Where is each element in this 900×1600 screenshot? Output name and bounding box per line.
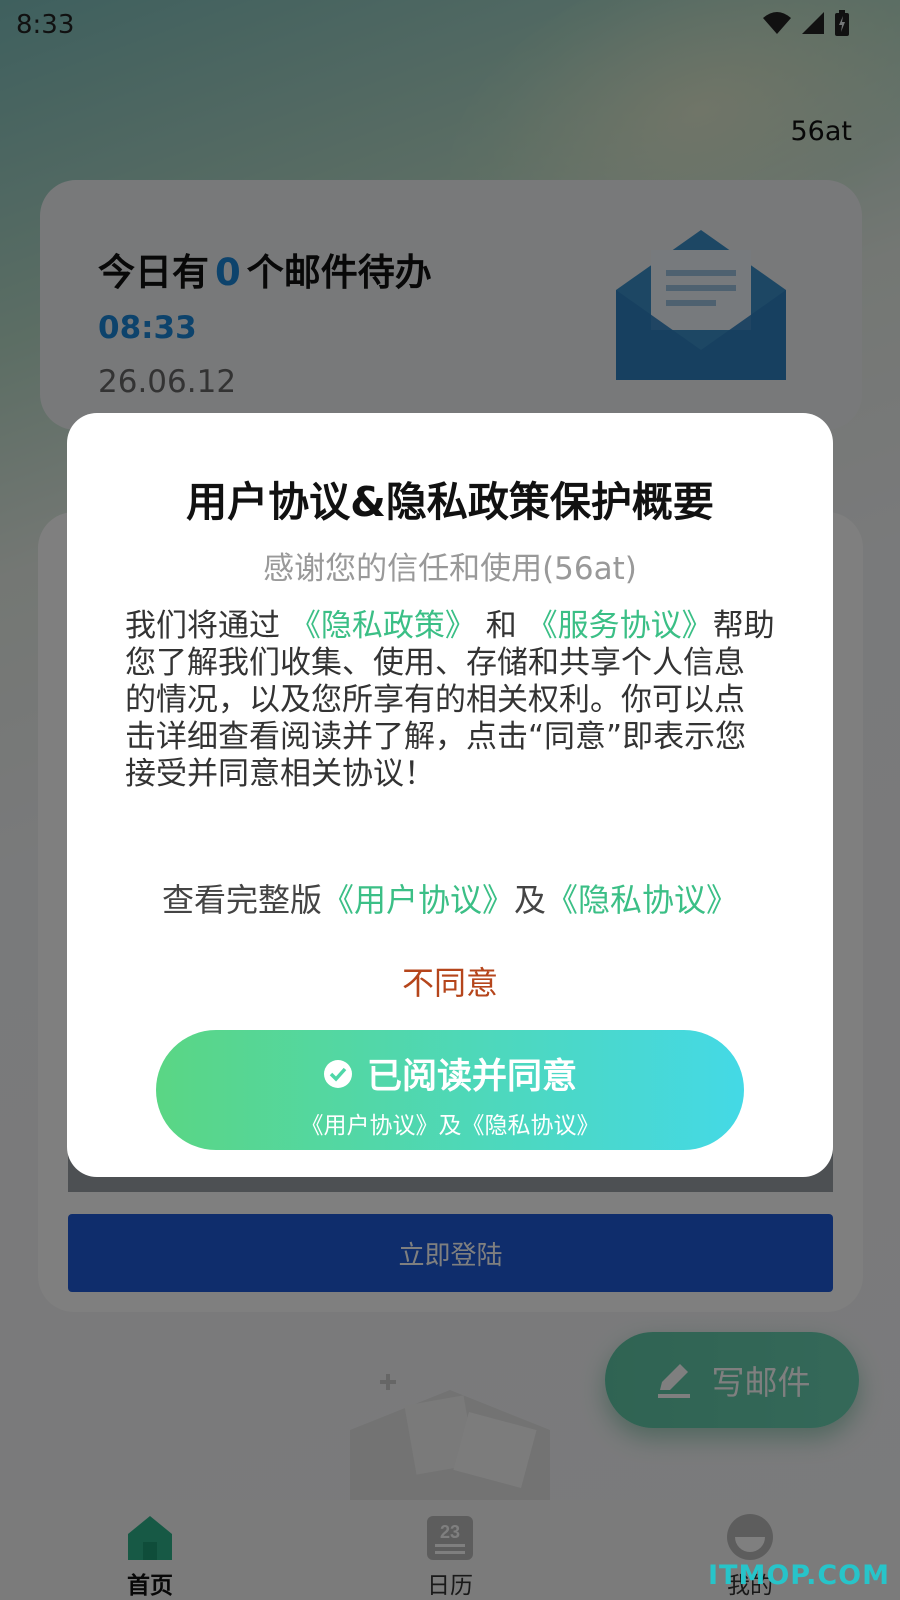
agree-main: 已阅读并同意 xyxy=(156,1048,744,1099)
agree-sublabel: 《用户协议》及《隐私协议》 xyxy=(300,1113,600,1139)
full-and: 及 xyxy=(514,881,547,919)
agree-label: 已阅读并同意 xyxy=(366,1057,577,1097)
full-prefix: 查看完整版 xyxy=(161,881,322,919)
watermark: ITMOP.COM xyxy=(707,1560,890,1591)
dialog-body: 我们将通过 《隐私政策》 和 《服务协议》帮助您了解我们收集、使用、存储和共享个… xyxy=(125,608,775,793)
privacy-dialog: 用户协议&隐私政策保护概要 感谢您的信任和使用(56at) 我们将通过 《隐私政… xyxy=(67,413,833,1177)
agree-button[interactable]: 已阅读并同意 《用户协议》及《隐私协议》 xyxy=(156,1030,744,1150)
user-agreement-link[interactable]: 《用户协议》 xyxy=(322,881,514,919)
body-prefix: 我们将通过 xyxy=(125,608,290,644)
dialog-title: 用户协议&隐私政策保护概要 xyxy=(186,478,714,526)
disagree-button[interactable]: 不同意 xyxy=(67,958,833,1004)
dialog-subtitle: 感谢您的信任和使用(56at) xyxy=(263,551,637,587)
body-and: 和 xyxy=(475,608,527,644)
check-circle-icon xyxy=(323,1059,352,1088)
privacy-agreement-link[interactable]: 《隐私协议》 xyxy=(546,881,738,919)
privacy-policy-link[interactable]: 《隐私政策》 xyxy=(290,608,476,644)
full-version-line: 查看完整版《用户协议》及《隐私协议》 xyxy=(67,875,833,921)
service-agreement-link[interactable]: 《服务协议》 xyxy=(527,608,713,644)
